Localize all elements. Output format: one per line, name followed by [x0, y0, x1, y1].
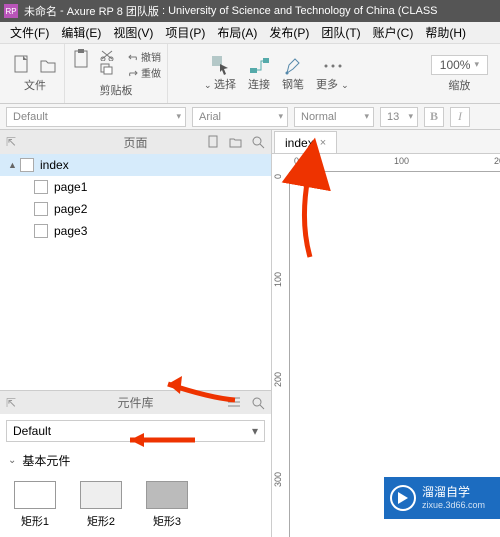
- style-combo[interactable]: Default: [6, 107, 186, 127]
- pen-icon[interactable]: [283, 56, 303, 76]
- cut-icon[interactable]: [97, 49, 117, 61]
- tool-file-group: 文件: [6, 44, 65, 103]
- watermark-badge: 溜溜自学 zixue.3d66.com: [384, 477, 500, 519]
- menu-project[interactable]: 项目(P): [159, 24, 211, 41]
- tool-file-label: 文件: [24, 77, 46, 93]
- tool-clipboard-group: 撤销 重做 剪贴板: [65, 44, 168, 103]
- badge-brand: 溜溜自学: [422, 485, 485, 499]
- page-root[interactable]: ▲ index: [0, 154, 271, 176]
- title-doc: 未命名: [24, 3, 57, 19]
- shape-grid: 矩形1 矩形2 矩形3: [0, 473, 271, 537]
- select-icon[interactable]: [210, 56, 230, 76]
- library-menu-icon[interactable]: [227, 396, 241, 410]
- menu-team[interactable]: 团队(T): [315, 24, 366, 41]
- app-icon: RP: [4, 4, 18, 18]
- page-icon: [34, 202, 48, 216]
- canvas-tabbar: index ×: [272, 130, 500, 154]
- library-section[interactable]: ⌄ 基本元件: [0, 448, 271, 473]
- library-title: 元件库: [117, 394, 153, 411]
- title-app: Axure RP 8 团队版: [67, 3, 159, 19]
- undo-button[interactable]: 撤销: [127, 49, 161, 64]
- pin-icon[interactable]: ⇱: [6, 396, 16, 410]
- play-icon: [390, 485, 416, 511]
- open-file-icon[interactable]: [38, 55, 58, 75]
- format-bar: Default Arial Normal 13 B I: [0, 104, 500, 130]
- redo-button[interactable]: 重做: [127, 65, 161, 80]
- menu-file[interactable]: 文件(F): [4, 24, 55, 41]
- tool-zoom-group: 100%▾ 缩放: [425, 44, 494, 103]
- search-library-icon[interactable]: [251, 396, 265, 410]
- paste-icon[interactable]: [71, 49, 91, 69]
- menu-account[interactable]: 账户(C): [367, 24, 420, 41]
- connect-icon[interactable]: [249, 56, 269, 76]
- library-combo[interactable]: Default: [6, 420, 265, 442]
- search-pages-icon[interactable]: [251, 135, 265, 149]
- add-page-icon[interactable]: [207, 135, 221, 149]
- menu-help[interactable]: 帮助(H): [419, 24, 472, 41]
- tool-pen-group: 钢笔: [276, 44, 310, 103]
- page-item[interactable]: page2: [0, 198, 271, 220]
- fontsize-combo[interactable]: 13: [380, 107, 418, 127]
- close-tab-icon[interactable]: ×: [320, 137, 326, 149]
- ruler-vertical: 0 100 200 300: [272, 172, 290, 537]
- menu-layout[interactable]: 布局(A): [211, 24, 263, 41]
- badge-sub: zixue.3d66.com: [422, 500, 485, 511]
- add-folder-icon[interactable]: [229, 135, 243, 149]
- page-item[interactable]: page1: [0, 176, 271, 198]
- caret-icon[interactable]: ▲: [8, 160, 20, 170]
- tool-clipboard-label: 剪贴板: [100, 82, 133, 98]
- chevron-down-icon: ⌄: [8, 455, 16, 466]
- pages-title: 页面: [123, 134, 147, 151]
- zoom-combo[interactable]: 100%▾: [431, 55, 488, 75]
- window-titlebar: RP 未命名 - Axure RP 8 团队版 : University of …: [0, 0, 500, 22]
- tool-select-group: ⌄ 选择: [198, 44, 242, 103]
- shape-rect1[interactable]: 矩形1: [14, 481, 56, 529]
- canvas-tab[interactable]: index ×: [274, 131, 337, 153]
- pin-icon[interactable]: ⇱: [6, 135, 16, 149]
- shape-rect3[interactable]: 矩形3: [146, 481, 188, 529]
- page-icon: [34, 180, 48, 194]
- italic-button[interactable]: I: [450, 107, 470, 127]
- page-icon: [20, 158, 34, 172]
- toolbar: 文件 撤销 重做 剪贴板 ⌄ 选择 连接 钢笔 更多 ⌄: [0, 44, 500, 104]
- weight-combo[interactable]: Normal: [294, 107, 374, 127]
- tool-connect-group: 连接: [242, 44, 276, 103]
- tool-more-group: 更多 ⌄: [310, 44, 355, 103]
- copy-icon[interactable]: [97, 63, 117, 75]
- shape-rect2[interactable]: 矩形2: [80, 481, 122, 529]
- page-tree: ▲ index page1 page2 page3: [0, 154, 271, 390]
- menu-publish[interactable]: 发布(P): [263, 24, 315, 41]
- bold-button[interactable]: B: [424, 107, 444, 127]
- page-icon: [34, 224, 48, 238]
- more-icon[interactable]: [322, 56, 342, 76]
- canvas-area: index × 0 100 200 0 100 200 300: [272, 130, 500, 537]
- menu-view[interactable]: 视图(V): [107, 24, 159, 41]
- menu-bar: 文件(F) 编辑(E) 视图(V) 项目(P) 布局(A) 发布(P) 团队(T…: [0, 22, 500, 44]
- font-combo[interactable]: Arial: [192, 107, 288, 127]
- library-panel-header: ⇱ 元件库: [0, 390, 271, 414]
- menu-edit[interactable]: 编辑(E): [55, 24, 107, 41]
- page-item[interactable]: page3: [0, 220, 271, 242]
- title-org: University of Science and Technology of …: [168, 5, 437, 17]
- new-file-icon[interactable]: [12, 55, 32, 75]
- ruler-horizontal: 0 100 200: [290, 154, 500, 172]
- pages-panel-header: ⇱ 页面: [0, 130, 271, 154]
